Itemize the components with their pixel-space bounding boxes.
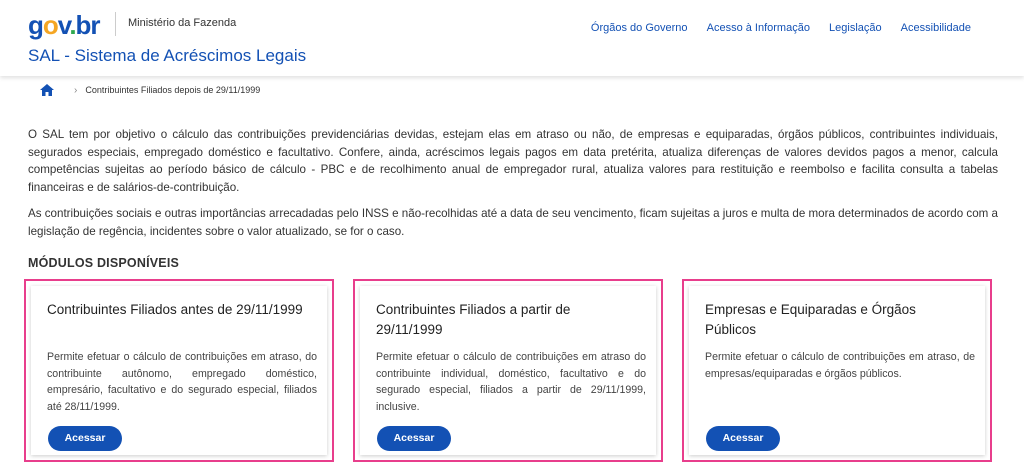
card-description: Permite efetuar o cálculo de contribuiçõ…	[47, 351, 317, 413]
nav-legislacao[interactable]: Legislação	[829, 22, 882, 34]
nav-acesso-informacao[interactable]: Acesso à Informação	[707, 22, 810, 34]
header-divider	[115, 12, 116, 36]
modules-heading: MÓDULOS DISPONÍVEIS	[28, 256, 180, 270]
home-icon[interactable]	[40, 84, 54, 96]
breadcrumb-current: Contribuintes Filiados depois de 29/11/1…	[85, 85, 261, 95]
module-card-apos-1999: Contribuintes Filiados a partir de 29/11…	[353, 279, 663, 462]
nav-acessibilidade[interactable]: Acessibilidade	[901, 22, 971, 34]
nav-orgaos-governo[interactable]: Órgãos do Governo	[591, 22, 688, 34]
ministry-name: Ministério da Fazenda	[128, 17, 237, 29]
intro-paragraph-2: As contribuições sociais e outras import…	[28, 207, 998, 238]
govbr-logo[interactable]: gov.br	[28, 10, 101, 41]
card-title: Contribuintes Filiados a partir de 29/11…	[376, 302, 571, 337]
card-description: Permite efetuar o cálculo de contribuiçõ…	[376, 351, 646, 413]
module-card-antes-1999: Contribuintes Filiados antes de 29/11/19…	[24, 279, 334, 462]
acessar-button[interactable]: Acessar	[48, 426, 122, 451]
module-card-empresas: Empresas e Equiparadas e Órgãos Públicos…	[682, 279, 992, 462]
site-header: gov.br Ministério da Fazenda SAL - Siste…	[0, 0, 1024, 76]
acessar-button[interactable]: Acessar	[377, 426, 451, 451]
breadcrumb: › Contribuintes Filiados depois de 29/11…	[40, 84, 260, 96]
top-nav: Órgãos do Governo Acesso à Informação Le…	[575, 22, 971, 34]
system-title[interactable]: SAL - Sistema de Acréscimos Legais	[28, 46, 306, 66]
intro-paragraph-1: O SAL tem por objetivo o cálculo das con…	[28, 128, 998, 194]
card-title: Contribuintes Filiados antes de 29/11/19…	[47, 302, 303, 317]
acessar-button[interactable]: Acessar	[706, 426, 780, 451]
card-description: Permite efetuar o cálculo de contribuiçõ…	[705, 351, 975, 380]
chevron-right-icon: ›	[74, 84, 78, 96]
card-title: Empresas e Equiparadas e Órgãos Públicos	[705, 302, 916, 337]
